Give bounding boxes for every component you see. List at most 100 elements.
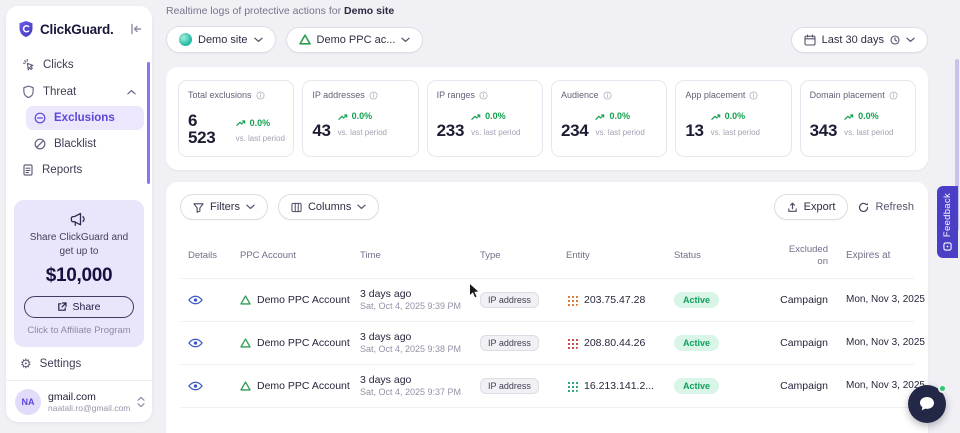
entity-identicon <box>566 337 578 349</box>
subtitle-text: Realtime logs of protective actions for <box>166 5 341 17</box>
trend-up-icon <box>471 113 482 121</box>
sidebar-item-exclusions[interactable]: Exclusions <box>26 106 144 130</box>
info-icon[interactable] <box>369 91 378 100</box>
affiliate-program-link[interactable]: Click to Affiliate Program <box>24 325 134 338</box>
col-header-time: Time <box>350 250 470 261</box>
ppc-account-triangle-icon <box>240 381 251 391</box>
chat-bubble-icon <box>918 395 936 413</box>
stat-value: 13 <box>685 122 703 139</box>
col-header-ppc-account: PPC Account <box>226 250 350 261</box>
type-badge: IP address <box>480 335 539 351</box>
table-toolbar: Filters Columns Export Refresh <box>180 194 914 220</box>
trend-up-icon <box>236 119 247 127</box>
filters-button-label: Filters <box>210 201 240 213</box>
clock-icon <box>890 35 900 45</box>
col-header-status: Status <box>662 250 760 261</box>
columns-dropdown-button[interactable]: Columns <box>278 194 379 220</box>
sidebar-item-label: Exclusions <box>54 112 115 124</box>
stat-period: vs. last period <box>595 128 644 137</box>
sidebar-item-blacklist[interactable]: Blacklist <box>26 132 144 156</box>
cell-time-relative: 3 days ago <box>360 331 470 343</box>
ppc-account-filter-label: Demo PPC ac... <box>317 34 396 46</box>
brand-name: ClickGuard. <box>40 22 114 37</box>
stat-period: vs. last period <box>236 134 285 143</box>
col-header-entity: Entity <box>554 250 662 261</box>
account-switcher[interactable]: NA gmail.com naatali.ro@gmail.com <box>6 380 152 422</box>
info-icon[interactable] <box>256 91 265 100</box>
trend-up-icon <box>338 113 349 121</box>
refresh-button[interactable]: Refresh <box>858 201 914 213</box>
share-button[interactable]: Share <box>24 296 134 318</box>
stat-delta: 0.0% <box>609 112 630 122</box>
details-eye-button[interactable] <box>188 295 203 305</box>
sidebar-item-clicks[interactable]: Clicks <box>14 52 144 77</box>
status-badge: Active <box>674 378 719 394</box>
stat-value: 233 <box>437 122 464 139</box>
export-icon <box>787 202 798 213</box>
sidebar-item-label: Clicks <box>43 59 74 71</box>
main-content: Realtime logs of protective actions for … <box>152 0 960 433</box>
stat-ip-addresses: IP addresses 43 0.0% vs. last period <box>302 80 418 157</box>
sidebar-item-label: Threat <box>43 86 76 98</box>
ppc-account-triangle-icon <box>240 295 251 305</box>
cell-entity-value: 16.213.141.2... <box>584 380 654 392</box>
cell-expires-at: Mon, Nov 3, 2025 <box>832 294 912 305</box>
cell-entity-value: 203.75.47.28 <box>584 294 645 306</box>
details-eye-button[interactable] <box>188 338 203 348</box>
chevron-updown-icon <box>137 396 145 408</box>
site-filter-dropdown[interactable]: Demo site <box>166 26 276 53</box>
stat-label: App placement <box>685 90 745 100</box>
chevron-down-icon <box>254 37 263 43</box>
table-header-row: Details PPC Account Time Type Entity Sta… <box>180 236 914 278</box>
sidebar-item-label: Reports <box>42 164 82 176</box>
sidebar-item-label: Blacklist <box>54 138 96 150</box>
date-range-label: Last 30 days <box>822 34 884 46</box>
ppc-account-triangle-icon <box>299 34 311 45</box>
date-range-dropdown[interactable]: Last 30 days <box>791 27 928 53</box>
status-badge: Active <box>674 335 719 351</box>
feedback-tab[interactable]: Feedback <box>937 186 958 258</box>
chevron-down-icon <box>906 37 915 43</box>
circle-minus-icon <box>34 112 46 124</box>
stat-total-exclusions: Total exclusions 6 523 0.0% vs. last per… <box>178 80 294 157</box>
export-button[interactable]: Export <box>774 194 849 220</box>
columns-button-label: Columns <box>308 201 351 213</box>
sidebar-scrollbar-thumb[interactable] <box>147 62 150 184</box>
ppc-account-triangle-icon <box>240 338 251 348</box>
cell-time-relative: 3 days ago <box>360 374 470 386</box>
cell-expires-at: Mon, Nov 3, 2025 <box>832 380 912 391</box>
col-header-excluded-on: Excluded on <box>760 244 832 268</box>
stat-delta: 0.0% <box>725 112 746 122</box>
info-icon[interactable] <box>603 91 612 100</box>
sidebar: ClickGuard. Clicks Threat <box>6 6 152 422</box>
info-icon[interactable] <box>749 91 758 100</box>
ppc-account-filter-dropdown[interactable]: Demo PPC ac... <box>286 27 424 53</box>
export-button-label: Export <box>804 201 836 213</box>
promo-text: Share ClickGuard and get up to <box>24 231 134 258</box>
prohibit-icon <box>34 138 46 150</box>
info-icon[interactable] <box>479 91 488 100</box>
cell-account: Demo PPC Account <box>257 337 350 349</box>
cell-time-relative: 3 days ago <box>360 288 470 300</box>
feedback-widget-icon <box>943 242 952 251</box>
filters-dropdown-button[interactable]: Filters <box>180 194 268 220</box>
trend-up-icon <box>595 113 606 121</box>
app-root: ClickGuard. Clicks Threat <box>0 0 960 433</box>
chevron-down-icon <box>246 204 255 210</box>
account-email: naatali.ro@gmail.com <box>48 403 130 413</box>
info-icon[interactable] <box>889 91 898 100</box>
sidebar-item-reports[interactable]: Reports <box>14 158 144 182</box>
stat-delta: 0.0% <box>250 119 271 129</box>
sidebar-collapse-icon[interactable] <box>130 23 142 35</box>
table-row: Demo PPC Account 3 days agoSat, Oct 4, 2… <box>180 321 914 364</box>
type-badge: IP address <box>480 292 539 308</box>
sidebar-item-threat[interactable]: Threat <box>14 79 144 104</box>
logo-row: ClickGuard. <box>6 6 152 50</box>
sidebar-item-settings[interactable]: ⚙ Settings <box>6 347 152 380</box>
chat-launcher-button[interactable] <box>908 385 946 423</box>
click-cursor-icon <box>22 58 35 71</box>
details-eye-button[interactable] <box>188 381 203 391</box>
stat-delta: 0.0% <box>352 112 373 122</box>
entity-identicon <box>566 294 578 306</box>
report-document-icon <box>22 164 34 176</box>
